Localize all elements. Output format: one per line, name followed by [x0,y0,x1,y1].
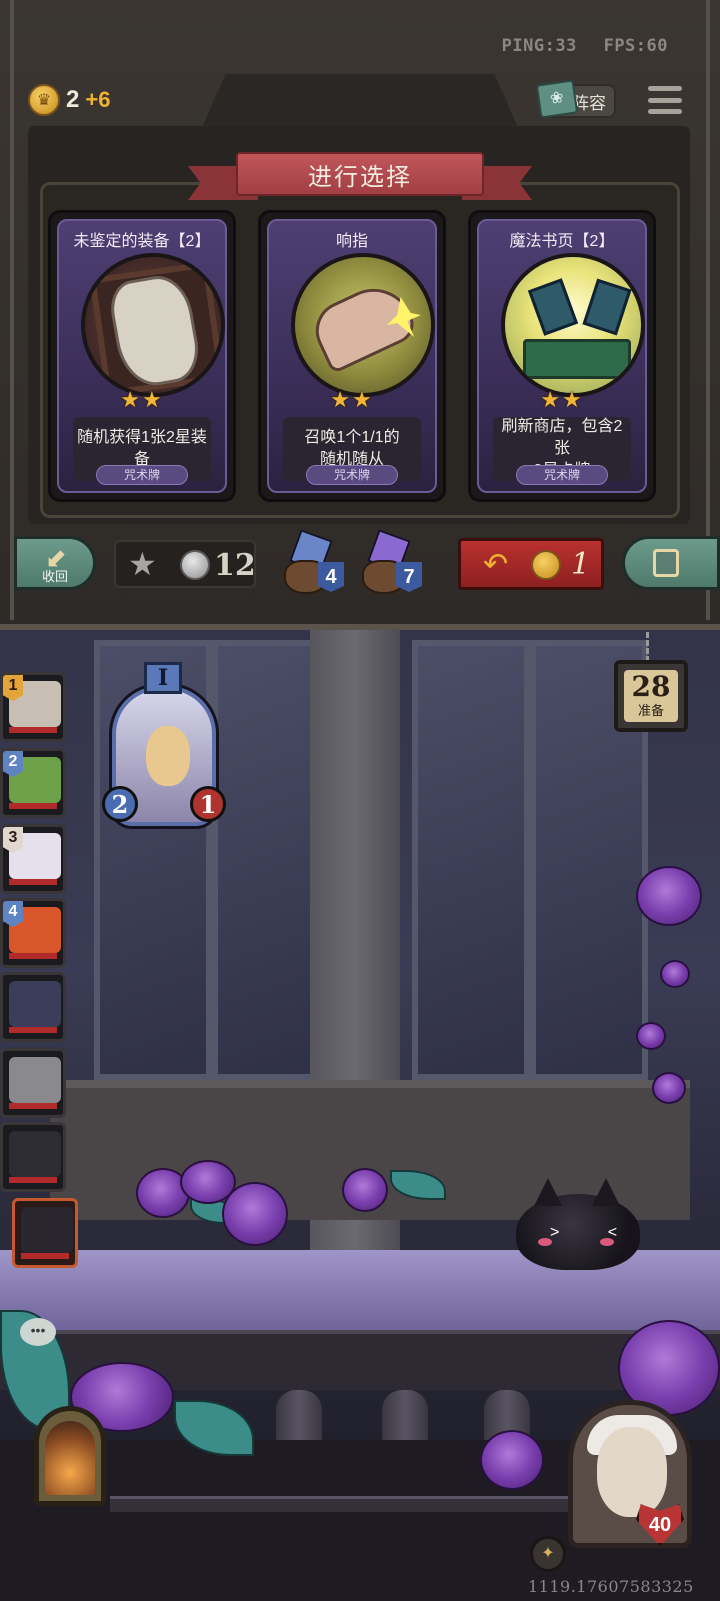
hamburger-menu-icon[interactable] [648,82,682,118]
card-title: 魔法书页【2】 [509,233,615,250]
roster-player-self[interactable] [12,1198,78,1268]
refresh-icon: ↶ [483,548,509,581]
roster-player-5[interactable] [0,972,66,1042]
slime-pet[interactable]: > < [516,1178,640,1270]
roster-player-7[interactable] [0,1122,66,1192]
rail-track [110,1496,630,1512]
window-pane [412,640,530,1080]
lineup-button[interactable]: ❀ 阵容 [535,79,616,119]
silver-coin-icon [180,550,210,580]
prep-timer: 28 准备 [614,660,688,732]
level-up-cost: 12 [214,548,256,583]
rose-decoration [660,960,690,988]
health-bar [9,727,57,733]
roster-player-1[interactable]: 1 [0,672,66,742]
roster-player-3[interactable]: 3 [0,824,66,894]
ping-readout: PING:33 [501,36,577,56]
health-bar [9,1103,57,1109]
board-minion[interactable]: I 2 1 [102,662,226,830]
chain [646,632,656,662]
minion-tier: I [144,662,182,694]
bundle-art-icon [81,253,225,397]
snapping-hand-icon [291,253,435,397]
choice-card-spellbook[interactable]: 魔法书页【2】 ★★ 刷新商店，包含2张 3星卡牌 咒术牌 [468,210,656,502]
health-bar [21,1253,69,1259]
player-avatar [9,1057,61,1103]
purple-gem-count: 7 [396,562,422,592]
action-bar: ⬋ 收回 ★ 12 4 7 ↶ 1 [0,529,720,598]
minion-attack: 2 [102,786,138,822]
spellbook-icon [501,253,645,397]
health-bar [9,803,57,809]
health-bar [9,1027,57,1033]
health-bar [9,953,57,959]
fps-readout: FPS:60 [603,36,668,56]
rose-decoration [636,1022,666,1050]
cat-avatar [21,1207,73,1253]
gold-income: +6 [85,87,111,112]
refresh-button[interactable]: ↶ 1 [458,538,604,590]
choice-card-snap[interactable]: 响指 ★★ 召唤1个1/1的 随机随从 咒术牌 [258,210,446,502]
card-type-badge: 咒术牌 [516,465,608,485]
minion-health: 1 [190,786,226,822]
card-title: 响指 [335,233,368,250]
fire-icon [45,1421,95,1495]
choice-ribbon: 进行选择 [188,148,532,204]
collect-button[interactable]: ⬋ 收回 [14,536,96,590]
card-type-badge: 咒术牌 [96,465,188,485]
crown-coin-icon [531,550,561,580]
rose-decoration [652,1072,686,1104]
roster-player-6[interactable] [0,1048,66,1118]
lock-icon [653,549,679,577]
choice-title: 进行选择 [236,152,484,196]
card-stars: ★★ [330,387,374,412]
lock-shop-button[interactable] [622,536,720,590]
card-type-badge: 咒术牌 [306,465,398,485]
choice-card-equipment[interactable]: 未鉴定的装备【2】 ★★ 随机获得1张2星装备 咒术牌 [48,210,236,502]
chat-bubble-icon: ••• [20,1318,56,1346]
crown-coin-icon: ♛ [28,84,60,116]
health-bar [9,1177,57,1183]
card-stars: ★★ [120,387,164,412]
player-roster: 1 2 3 4 [0,668,78,1268]
rose-decoration [480,1430,544,1490]
player-avatar [9,1131,61,1177]
collect-label: 收回 [41,569,68,584]
emote-button[interactable]: ✦ [530,1536,566,1572]
purple-gem-sack: 7 [362,529,428,598]
network-stats: PING:33 FPS:60 [486,36,668,56]
rose-decoration [636,866,702,926]
hero-power-card[interactable] [34,1406,106,1506]
roster-player-4[interactable]: 4 [0,898,66,968]
blue-gem-sack: 4 [284,529,350,598]
shop-panel: PING:33 FPS:60 ♛ 2 +6 ❀ 阵容 进行选择 未鉴定的装备【2… [0,0,720,630]
gold-value: 2 [66,86,80,113]
chat-button[interactable]: ••• [20,1318,60,1354]
panel-tab [200,74,520,132]
card-stars: ★★ [540,387,584,412]
rose-decoration [222,1182,288,1246]
health-bar [9,879,57,885]
card-title: 未鉴定的装备【2】 [73,233,211,250]
lineup-book-icon: ❀ [535,79,579,119]
timer-label: 准备 [637,703,664,718]
roster-player-2[interactable]: 2 [0,748,66,818]
level-up-button[interactable]: ★ 12 [114,540,256,588]
user-id: 1119.17607583325 [528,1577,694,1596]
blue-gem-count: 4 [318,562,344,592]
player-avatar [9,981,61,1027]
gold-display: ♛ 2 +6 [28,84,110,116]
timer-value: 28 [631,670,671,703]
refresh-cost: 1 [571,547,591,582]
rose-decoration [342,1168,388,1212]
star-up-icon: ★ [128,546,157,582]
